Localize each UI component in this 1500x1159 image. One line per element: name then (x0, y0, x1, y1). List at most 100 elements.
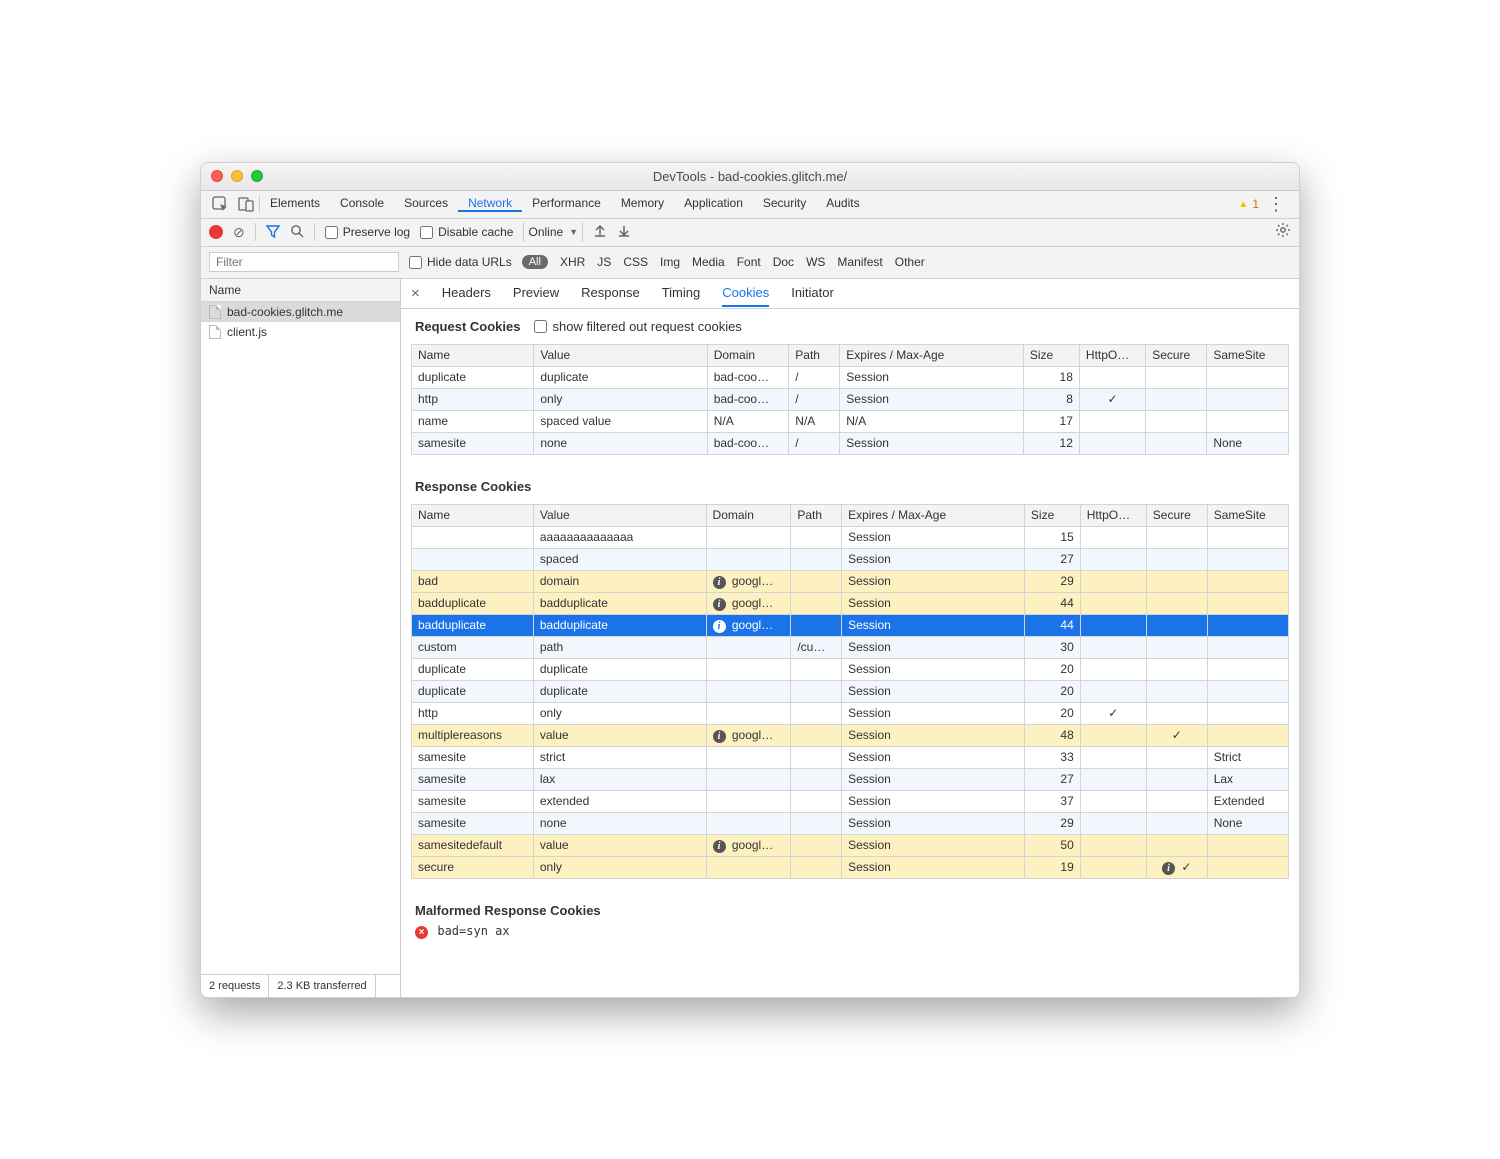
filter-type-media[interactable]: Media (692, 255, 725, 269)
filter-type-doc[interactable]: Doc (773, 255, 794, 269)
column-header[interactable]: Path (791, 504, 842, 526)
show-filtered-checkbox[interactable]: show filtered out request cookies (534, 319, 741, 334)
table-row[interactable]: baddomaini googl…Session29 (412, 570, 1289, 592)
request-item[interactable]: bad-cookies.glitch.me (201, 302, 400, 322)
detail-tab-preview[interactable]: Preview (513, 280, 559, 307)
zoom-window-button[interactable] (251, 170, 263, 182)
more-menu-icon[interactable]: ⋮ (1259, 194, 1293, 215)
info-icon: i (713, 840, 726, 853)
table-row[interactable]: multiplereasonsvaluei googl…Session48✓ (412, 724, 1289, 746)
table-row[interactable]: spacedSession27 (412, 548, 1289, 570)
detail-tab-response[interactable]: Response (581, 280, 640, 307)
hide-data-urls-checkbox[interactable]: Hide data URLs (409, 255, 512, 269)
filter-icon[interactable] (266, 224, 280, 241)
detail-tab-cookies[interactable]: Cookies (722, 280, 769, 307)
window-controls (211, 170, 263, 182)
main-tab-memory[interactable]: Memory (611, 196, 674, 210)
table-row[interactable]: secureonlySession19i ✓ (412, 856, 1289, 878)
filter-type-img[interactable]: Img (660, 255, 680, 269)
status-bar: 2 requests 2.3 KB transferred (201, 974, 400, 997)
device-toolbar-icon[interactable] (233, 196, 259, 212)
main-tab-audits[interactable]: Audits (816, 196, 869, 210)
column-header[interactable]: Value (533, 504, 706, 526)
detail-tab-timing[interactable]: Timing (662, 280, 701, 307)
table-row[interactable]: httponlySession20✓ (412, 702, 1289, 724)
table-row[interactable]: namespaced valueN/AN/AN/A17 (412, 410, 1289, 432)
window-title: DevTools - bad-cookies.glitch.me/ (201, 169, 1299, 184)
info-icon: i (713, 620, 726, 633)
table-row[interactable]: duplicateduplicatebad-coo…/Session18 (412, 366, 1289, 388)
table-row[interactable]: samesitenonebad-coo…/Session12None (412, 432, 1289, 454)
column-header[interactable]: Path (789, 344, 840, 366)
filter-type-manifest[interactable]: Manifest (837, 255, 882, 269)
request-sidebar: Name bad-cookies.glitch.meclient.js 2 re… (201, 279, 401, 997)
column-header[interactable]: Secure (1146, 344, 1207, 366)
column-header[interactable]: Name (412, 344, 534, 366)
filter-type-css[interactable]: CSS (623, 255, 648, 269)
column-header[interactable]: Value (534, 344, 707, 366)
detail-tab-initiator[interactable]: Initiator (791, 280, 834, 307)
column-header[interactable]: Domain (707, 344, 789, 366)
clear-icon[interactable]: ⊘ (233, 224, 245, 241)
table-row[interactable]: samesitedefaultvaluei googl…Session50 (412, 834, 1289, 856)
table-row[interactable]: samesitenoneSession29None (412, 812, 1289, 834)
column-header[interactable]: Domain (706, 504, 791, 526)
table-row[interactable]: custompath/cu…Session30 (412, 636, 1289, 658)
filter-type-all[interactable]: All (522, 255, 548, 269)
minimize-window-button[interactable] (231, 170, 243, 182)
download-har-icon[interactable] (617, 224, 631, 241)
filter-type-other[interactable]: Other (895, 255, 925, 269)
table-row[interactable]: samesiteextendedSession37Extended (412, 790, 1289, 812)
titlebar: DevTools - bad-cookies.glitch.me/ (201, 163, 1299, 191)
table-row[interactable]: samesitestrictSession33Strict (412, 746, 1289, 768)
filter-input[interactable] (209, 252, 399, 272)
malformed-title: Malformed Response Cookies (415, 903, 601, 918)
column-header[interactable]: SameSite (1207, 504, 1288, 526)
filter-type-xhr[interactable]: XHR (560, 255, 585, 269)
network-toolbar: ⊘ Preserve log Disable cache Online▼ (201, 219, 1299, 247)
close-panel-icon[interactable]: × (411, 285, 420, 302)
main-tab-sources[interactable]: Sources (394, 196, 458, 210)
table-row[interactable]: duplicateduplicateSession20 (412, 658, 1289, 680)
column-header[interactable]: Size (1024, 504, 1080, 526)
main-tab-console[interactable]: Console (330, 196, 394, 210)
column-header[interactable]: Expires / Max-Age (842, 504, 1025, 526)
table-row[interactable]: httponlybad-coo…/Session8✓ (412, 388, 1289, 410)
table-row[interactable]: aaaaaaaaaaaaaaSession15 (412, 526, 1289, 548)
record-button[interactable] (209, 225, 223, 239)
table-row[interactable]: duplicateduplicateSession20 (412, 680, 1289, 702)
column-header[interactable]: Name (412, 504, 534, 526)
column-header[interactable]: HttpO… (1080, 504, 1146, 526)
filter-type-font[interactable]: Font (737, 255, 761, 269)
disable-cache-checkbox[interactable]: Disable cache (420, 225, 513, 239)
table-row[interactable]: badduplicatebadduplicatei googl…Session4… (412, 592, 1289, 614)
info-icon: i (713, 576, 726, 589)
column-header[interactable]: SameSite (1207, 344, 1289, 366)
main-tab-network[interactable]: Network (458, 196, 522, 212)
request-item[interactable]: client.js (201, 322, 400, 342)
upload-har-icon[interactable] (593, 224, 607, 241)
warning-indicator[interactable]: 1 (1238, 197, 1259, 211)
search-icon[interactable] (290, 224, 304, 241)
throttling-select[interactable]: Online▼ (523, 222, 583, 242)
settings-icon[interactable] (1275, 222, 1291, 242)
preserve-log-checkbox[interactable]: Preserve log (325, 225, 410, 239)
table-row[interactable]: badduplicatebadduplicatei googl…Session4… (412, 614, 1289, 636)
main-tab-performance[interactable]: Performance (522, 196, 611, 210)
filter-toolbar: Hide data URLs All XHR JS CSS Img Media Font Do… (201, 247, 1299, 279)
column-header[interactable]: Secure (1146, 504, 1207, 526)
detail-tab-headers[interactable]: Headers (442, 280, 491, 307)
main-tab-application[interactable]: Application (674, 196, 753, 210)
inspect-icon[interactable] (207, 196, 233, 212)
column-header[interactable]: HttpO… (1079, 344, 1145, 366)
info-icon: i (713, 730, 726, 743)
close-window-button[interactable] (211, 170, 223, 182)
filter-type-ws[interactable]: WS (806, 255, 825, 269)
column-header[interactable]: Expires / Max-Age (840, 344, 1024, 366)
table-row[interactable]: samesitelaxSession27Lax (412, 768, 1289, 790)
main-tab-elements[interactable]: Elements (260, 196, 330, 210)
filter-type-js[interactable]: JS (597, 255, 611, 269)
main-tab-security[interactable]: Security (753, 196, 816, 210)
column-header[interactable]: Size (1023, 344, 1079, 366)
response-cookies-table: NameValueDomainPathExpires / Max-AgeSize… (411, 504, 1289, 879)
